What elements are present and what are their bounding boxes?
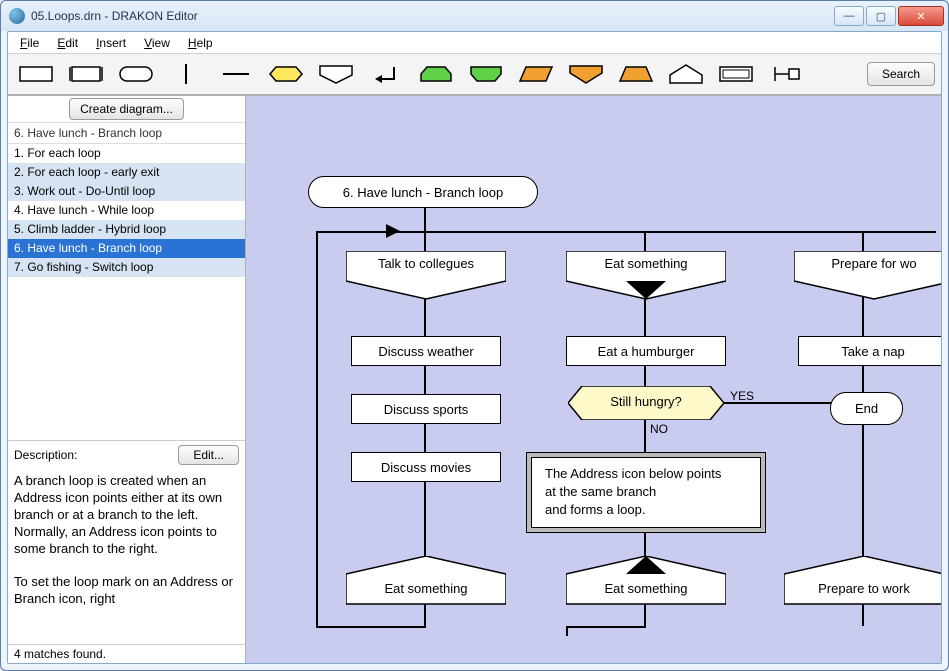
connector-line bbox=[316, 231, 318, 626]
address-label: Prepare to work bbox=[784, 581, 941, 596]
tool-insertion-icon[interactable] bbox=[64, 58, 108, 90]
tool-connector-icon[interactable] bbox=[764, 58, 808, 90]
tool-loop-begin-icon[interactable] bbox=[414, 58, 458, 90]
tool-return-icon[interactable] bbox=[364, 58, 408, 90]
spacer bbox=[8, 277, 245, 440]
window-title: 05.Loops.drn - DRAKON Editor bbox=[31, 9, 198, 23]
window-buttons: — ▢ ✕ bbox=[834, 6, 944, 26]
menu-file[interactable]: File bbox=[12, 34, 47, 52]
question-label: Still hungry? bbox=[568, 394, 724, 409]
list-item[interactable]: 7. Go fishing - Switch loop bbox=[8, 258, 245, 277]
tool-terminator-icon[interactable] bbox=[114, 58, 158, 90]
tool-horizontal-line-icon[interactable] bbox=[214, 58, 258, 90]
client-area: File Edit Insert View Help Search bbox=[7, 31, 942, 664]
list-item[interactable]: 5. Climb ladder - Hybrid loop bbox=[8, 220, 245, 239]
create-diagram-button[interactable]: Create diagram... bbox=[69, 98, 184, 120]
sidebar-top: Create diagram... bbox=[8, 96, 245, 123]
menu-help[interactable]: Help bbox=[180, 34, 221, 52]
address-label: Eat something bbox=[346, 581, 506, 596]
close-button[interactable]: ✕ bbox=[898, 6, 944, 26]
tool-action-icon[interactable] bbox=[14, 58, 58, 90]
diagram-title-node[interactable]: 6. Have lunch - Branch loop bbox=[308, 176, 538, 208]
branch-label: Prepare for wo bbox=[794, 256, 941, 271]
body: Create diagram... 6. Have lunch - Branch… bbox=[8, 96, 941, 663]
menu-insert[interactable]: Insert bbox=[88, 34, 134, 52]
tool-vertical-line-icon[interactable] bbox=[164, 58, 208, 90]
list-item[interactable]: 3. Work out - Do-Until loop bbox=[8, 182, 245, 201]
list-item[interactable]: 2. For each loop - early exit bbox=[8, 163, 245, 182]
action-node[interactable]: Discuss weather bbox=[351, 336, 501, 366]
menu-edit[interactable]: Edit bbox=[49, 34, 86, 52]
connector-line bbox=[566, 626, 568, 636]
tool-case-icon[interactable] bbox=[614, 58, 658, 90]
description-text: A branch loop is created when an Address… bbox=[8, 469, 245, 644]
no-label: NO bbox=[650, 422, 668, 436]
list-item[interactable]: 4. Have lunch - While loop bbox=[8, 201, 245, 220]
tool-address-out-icon[interactable] bbox=[564, 58, 608, 90]
list-item[interactable]: 1. For each loop bbox=[8, 144, 245, 163]
yes-label: YES bbox=[730, 389, 754, 403]
menubar: File Edit Insert View Help bbox=[8, 32, 941, 54]
tool-choice-icon[interactable] bbox=[314, 58, 358, 90]
branch-label: Eat something bbox=[566, 256, 726, 271]
action-node[interactable]: Discuss movies bbox=[351, 452, 501, 482]
edit-description-button[interactable]: Edit... bbox=[178, 445, 239, 465]
tool-branch-in-icon[interactable] bbox=[664, 58, 708, 90]
tool-question-icon[interactable] bbox=[264, 58, 308, 90]
app-window: 05.Loops.drn - DRAKON Editor — ▢ ✕ File … bbox=[0, 0, 949, 671]
list-item-selected[interactable]: 6. Have lunch - Branch loop bbox=[8, 239, 245, 258]
connector-line bbox=[566, 626, 646, 628]
app-icon bbox=[9, 8, 25, 24]
connector-line bbox=[316, 231, 936, 233]
address-label: Eat something bbox=[566, 581, 726, 596]
description-label: Description: bbox=[14, 448, 77, 462]
action-node[interactable]: Eat a humburger bbox=[566, 336, 726, 366]
arrowhead-icon bbox=[386, 224, 402, 238]
action-node[interactable]: Discuss sports bbox=[351, 394, 501, 424]
comment-node[interactable]: The Address icon below points at the sam… bbox=[526, 452, 766, 533]
status-bar: 4 matches found. bbox=[8, 644, 245, 663]
tool-loop-end-icon[interactable] bbox=[464, 58, 508, 90]
search-button[interactable]: Search bbox=[867, 62, 935, 86]
end-node[interactable]: End bbox=[830, 392, 903, 425]
sidebar: Create diagram... 6. Have lunch - Branch… bbox=[8, 96, 246, 663]
branch-label: Talk to collegues bbox=[346, 256, 506, 271]
tool-comment-icon[interactable] bbox=[714, 58, 758, 90]
description-header: Description: Edit... bbox=[8, 440, 245, 469]
menu-view[interactable]: View bbox=[136, 34, 178, 52]
diagram-canvas[interactable]: 6. Have lunch - Branch loop Talk to coll… bbox=[246, 96, 941, 663]
diagram-list[interactable]: 1. For each loop 2. For each loop - earl… bbox=[8, 144, 245, 277]
minimize-button[interactable]: — bbox=[834, 6, 864, 26]
maximize-button[interactable]: ▢ bbox=[866, 6, 896, 26]
tool-shelf-icon[interactable] bbox=[514, 58, 558, 90]
sidebar-context: 6. Have lunch - Branch loop bbox=[8, 123, 245, 144]
connector-line bbox=[316, 626, 426, 628]
titlebar: 05.Loops.drn - DRAKON Editor — ▢ ✕ bbox=[1, 1, 948, 31]
action-node[interactable]: Take a nap bbox=[798, 336, 941, 366]
toolbar: Search bbox=[8, 54, 941, 96]
